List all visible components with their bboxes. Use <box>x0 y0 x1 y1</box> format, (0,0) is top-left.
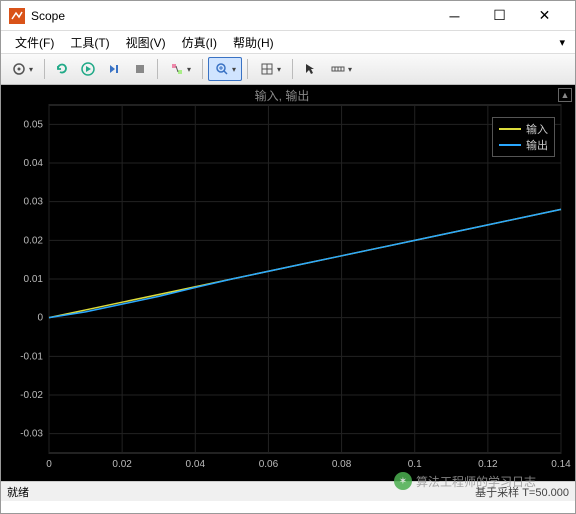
svg-text:0.02: 0.02 <box>24 235 44 246</box>
svg-text:0.14: 0.14 <box>551 459 571 470</box>
legend-item-2: 输出 <box>499 137 548 153</box>
svg-text:0.06: 0.06 <box>259 459 279 470</box>
svg-text:0.04: 0.04 <box>186 459 206 470</box>
svg-text:0.01: 0.01 <box>24 274 44 285</box>
restart-button[interactable] <box>50 57 74 81</box>
status-left: 就绪 <box>7 484 29 500</box>
titlebar: Scope ─ ☐ ✕ <box>1 1 575 31</box>
menu-tools[interactable]: 工具(T) <box>62 32 117 53</box>
svg-text:0.04: 0.04 <box>24 158 44 169</box>
menu-view[interactable]: 视图(V) <box>118 32 174 53</box>
maximize-button[interactable]: ☐ <box>477 2 522 30</box>
chart-canvas[interactable]: 0 0.02 0.04 0.06 0.08 0.1 0.12 0.14 -0.03 -0.02 -0… <box>1 85 576 481</box>
legend-item-1: 输入 <box>499 121 548 137</box>
menu-help[interactable]: 帮助(H) <box>225 32 282 53</box>
svg-text:-0.03: -0.03 <box>20 429 43 440</box>
plot-area[interactable]: 输入, 输出 ▲ 0 0.02 0.04 0.06 0.08 0.1 0.12 0.14 -0.… <box>1 85 575 481</box>
step-button[interactable] <box>102 57 126 81</box>
svg-text:0.03: 0.03 <box>24 197 44 208</box>
svg-text:0.08: 0.08 <box>332 459 352 470</box>
axes-scale-button[interactable]: ▾ <box>253 57 287 81</box>
watermark: ✶ 算法工程师的学习日志 <box>394 472 536 490</box>
svg-text:-0.02: -0.02 <box>20 390 43 401</box>
svg-text:0.05: 0.05 <box>24 119 44 130</box>
cursor-button[interactable] <box>298 57 322 81</box>
toolbar: ▾ ▾ ▾ ▾ ▾ <box>1 53 575 85</box>
chart-title: 输入, 输出 <box>1 87 563 104</box>
menubar: 文件(F) 工具(T) 视图(V) 仿真(I) 帮助(H) ▾ <box>1 31 575 53</box>
window-title: Scope <box>31 9 432 23</box>
svg-text:0.12: 0.12 <box>478 459 498 470</box>
svg-text:0: 0 <box>46 459 52 470</box>
menu-simulation[interactable]: 仿真(I) <box>174 32 225 53</box>
trigger-button[interactable]: ▾ <box>163 57 197 81</box>
minimize-button[interactable]: ─ <box>432 2 477 30</box>
close-button[interactable]: ✕ <box>522 2 567 30</box>
app-icon <box>9 8 25 24</box>
run-button[interactable] <box>76 57 100 81</box>
svg-text:0.1: 0.1 <box>408 459 422 470</box>
svg-text:-0.01: -0.01 <box>20 351 43 362</box>
zoom-button[interactable]: ▾ <box>208 57 242 81</box>
wechat-icon: ✶ <box>394 472 412 490</box>
menu-dropdown-icon[interactable]: ▾ <box>559 36 565 49</box>
settings-button[interactable]: ▾ <box>5 57 39 81</box>
stop-button[interactable] <box>128 57 152 81</box>
svg-text:0: 0 <box>37 313 43 324</box>
menu-file[interactable]: 文件(F) <box>7 32 62 53</box>
maximize-axes-icon[interactable]: ▲ <box>558 88 572 102</box>
svg-text:0.02: 0.02 <box>112 459 132 470</box>
legend[interactable]: 输入 输出 <box>492 117 555 157</box>
measure-button[interactable]: ▾ <box>324 57 358 81</box>
